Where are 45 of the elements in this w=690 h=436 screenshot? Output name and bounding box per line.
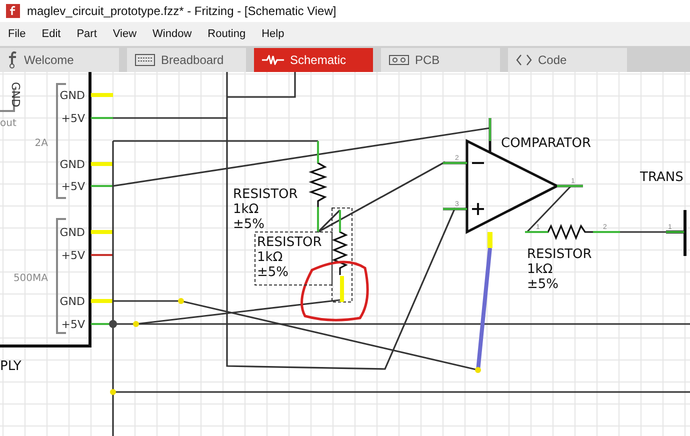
part-label: TRANS bbox=[640, 170, 684, 185]
window-title: maglev_circuit_prototype.fzz* - Fritzing - [Schematic View] bbox=[27, 4, 336, 18]
minus-sign-icon bbox=[472, 162, 484, 164]
circuit-board-icon bbox=[389, 55, 409, 65]
pin-group-label: out bbox=[0, 118, 16, 129]
part-label: COMPARATOR bbox=[501, 136, 592, 151]
pin-lead[interactable] bbox=[91, 162, 113, 166]
view-tab[interactable]: PCB bbox=[381, 48, 500, 72]
pin-label: GND bbox=[9, 82, 22, 108]
pin-label: GND bbox=[60, 295, 85, 308]
part-label: RESISTOR 1kΩ ±5% bbox=[527, 247, 592, 292]
pin-label: +5V bbox=[61, 318, 85, 331]
fritzing-logo-icon bbox=[8, 51, 18, 69]
wire-junction bbox=[109, 320, 117, 328]
keyboard-icon bbox=[135, 54, 155, 66]
menu-item[interactable]: Window bbox=[152, 28, 192, 40]
app-logo-icon bbox=[6, 4, 20, 18]
pin-lead[interactable] bbox=[91, 299, 113, 303]
menu-item[interactable]: View bbox=[112, 28, 137, 40]
pin-label: +5V bbox=[61, 249, 85, 262]
menu-item[interactable]: Help bbox=[262, 28, 284, 40]
menu-item[interactable]: Routing bbox=[208, 28, 246, 40]
pin-label: GND bbox=[60, 89, 85, 102]
menu-item[interactable]: Edit bbox=[42, 28, 61, 40]
resistor-icon bbox=[262, 55, 284, 65]
pin-label: GND bbox=[60, 226, 85, 239]
code-brackets-icon bbox=[516, 54, 532, 66]
pin-group-label: 2A bbox=[34, 138, 48, 149]
part-label: PLY bbox=[0, 359, 22, 374]
pin-label: +5V bbox=[61, 112, 85, 125]
pin-label: GND bbox=[60, 158, 85, 171]
transistor-symbol[interactable] bbox=[664, 208, 686, 258]
part-label: RESISTOR 1kΩ ±5% bbox=[254, 232, 332, 286]
view-tab[interactable]: Schematic bbox=[254, 48, 373, 72]
menu-item[interactable]: Part bbox=[76, 28, 97, 40]
view-tab[interactable]: Code bbox=[508, 48, 627, 72]
view-tab[interactable]: Breadboard bbox=[127, 48, 246, 72]
part-label: RESISTOR 1kΩ ±5% bbox=[233, 187, 298, 232]
selected-wire[interactable] bbox=[476, 248, 492, 370]
plus-sign-icon bbox=[472, 203, 484, 215]
view-tab[interactable]: Welcome bbox=[0, 48, 119, 72]
menu-item[interactable]: File bbox=[8, 28, 26, 40]
pin-group-label: 500MA bbox=[13, 273, 48, 284]
pin-label: +5V bbox=[61, 180, 85, 193]
pin-lead[interactable] bbox=[91, 230, 113, 234]
